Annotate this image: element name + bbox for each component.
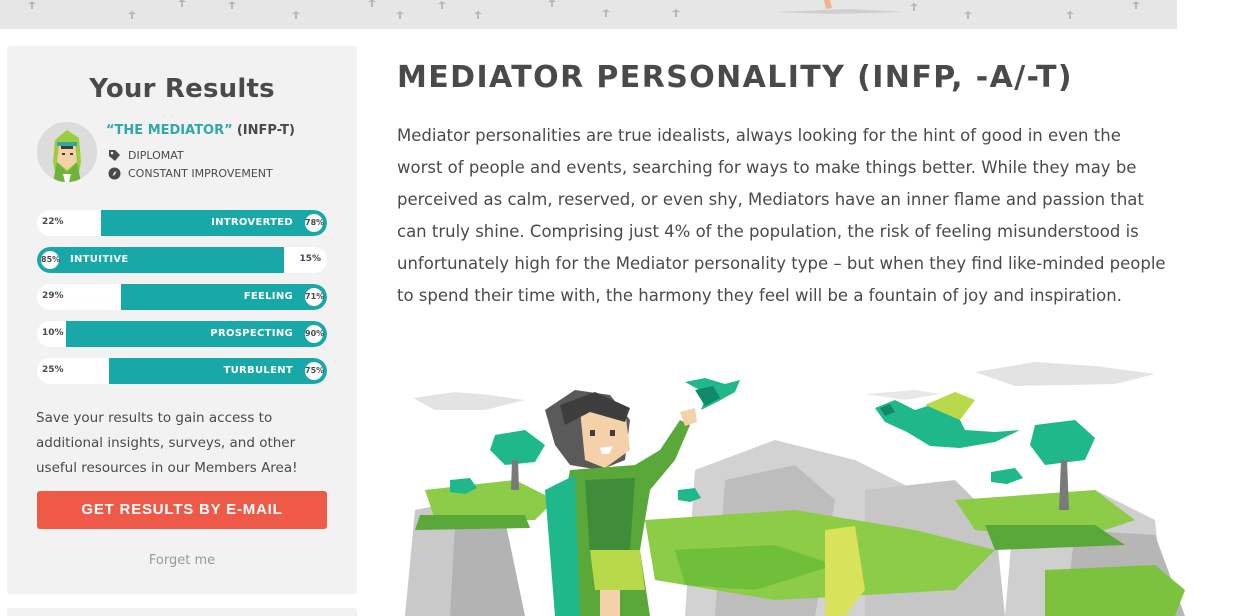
role-row: DIPLOMAT bbox=[108, 149, 184, 162]
trait-other-percent: 10% bbox=[42, 328, 64, 338]
personality-description: Mediator personalities are true idealist… bbox=[397, 126, 1166, 305]
avatar bbox=[37, 122, 97, 182]
trait-label: INTROVERTED bbox=[211, 217, 293, 228]
sidebar-lower-panel bbox=[7, 608, 357, 616]
banner-landscape-icons bbox=[28, 0, 1140, 19]
trait-other-percent: 22% bbox=[42, 217, 64, 227]
trait-other-percent: 15% bbox=[299, 254, 321, 264]
trait-label: TURBULENT bbox=[223, 365, 293, 376]
top-banner bbox=[0, 0, 1177, 29]
trait-bar-introverted[interactable]: 22% INTROVERTED 78% bbox=[37, 210, 327, 236]
type-code: (INFP-T) bbox=[236, 123, 295, 138]
tag-icon bbox=[108, 149, 121, 162]
personality-type: “THE MEDIATOR” (INFP-T) bbox=[106, 123, 295, 138]
trait-bar-turbulent[interactable]: 25% TURBULENT 75% bbox=[37, 358, 327, 384]
trait-dominant-percent: 78% bbox=[303, 212, 325, 234]
trait-label: FEELING bbox=[243, 291, 293, 302]
trait-bar-intuitive[interactable]: 15% INTUITIVE 85% bbox=[37, 247, 327, 273]
trait-fill bbox=[109, 358, 327, 384]
trait-bar-feeling[interactable]: 29% FEELING 71% bbox=[37, 284, 327, 310]
forget-me-link[interactable]: Forget me bbox=[7, 553, 357, 568]
trait-dominant-percent: 85% bbox=[39, 249, 61, 271]
results-title: Your Results bbox=[89, 74, 275, 104]
trait-dominant-percent: 90% bbox=[303, 323, 325, 345]
trait-label: INTUITIVE bbox=[70, 254, 129, 265]
trait-other-percent: 25% bbox=[42, 365, 64, 375]
role-label: DIPLOMAT bbox=[128, 149, 184, 162]
results-sidebar: Your Results “THE MEDIATOR” (INFP-T) DIP… bbox=[7, 46, 357, 594]
save-results-text: Save your results to gain access to addi… bbox=[36, 410, 298, 476]
strategy-label: CONSTANT IMPROVEMENT bbox=[128, 167, 273, 180]
trait-fill bbox=[121, 284, 327, 310]
trait-bar-prospecting[interactable]: 10% PROSPECTING 90% bbox=[37, 321, 327, 347]
page-title: MEDIATOR PERSONALITY (INFP, -A/-T) bbox=[397, 60, 1073, 95]
trait-dominant-percent: 75% bbox=[303, 360, 325, 382]
get-results-email-button[interactable]: GET RESULTS BY E-MAIL bbox=[37, 491, 327, 529]
type-name[interactable]: “THE MEDIATOR” bbox=[106, 123, 233, 138]
mediator-illustration bbox=[395, 350, 1185, 616]
trait-dominant-percent: 71% bbox=[303, 286, 325, 308]
compass-icon bbox=[108, 167, 121, 180]
strategy-row: CONSTANT IMPROVEMENT bbox=[108, 167, 273, 180]
trait-other-percent: 29% bbox=[42, 291, 64, 301]
trait-label: PROSPECTING bbox=[210, 328, 293, 339]
